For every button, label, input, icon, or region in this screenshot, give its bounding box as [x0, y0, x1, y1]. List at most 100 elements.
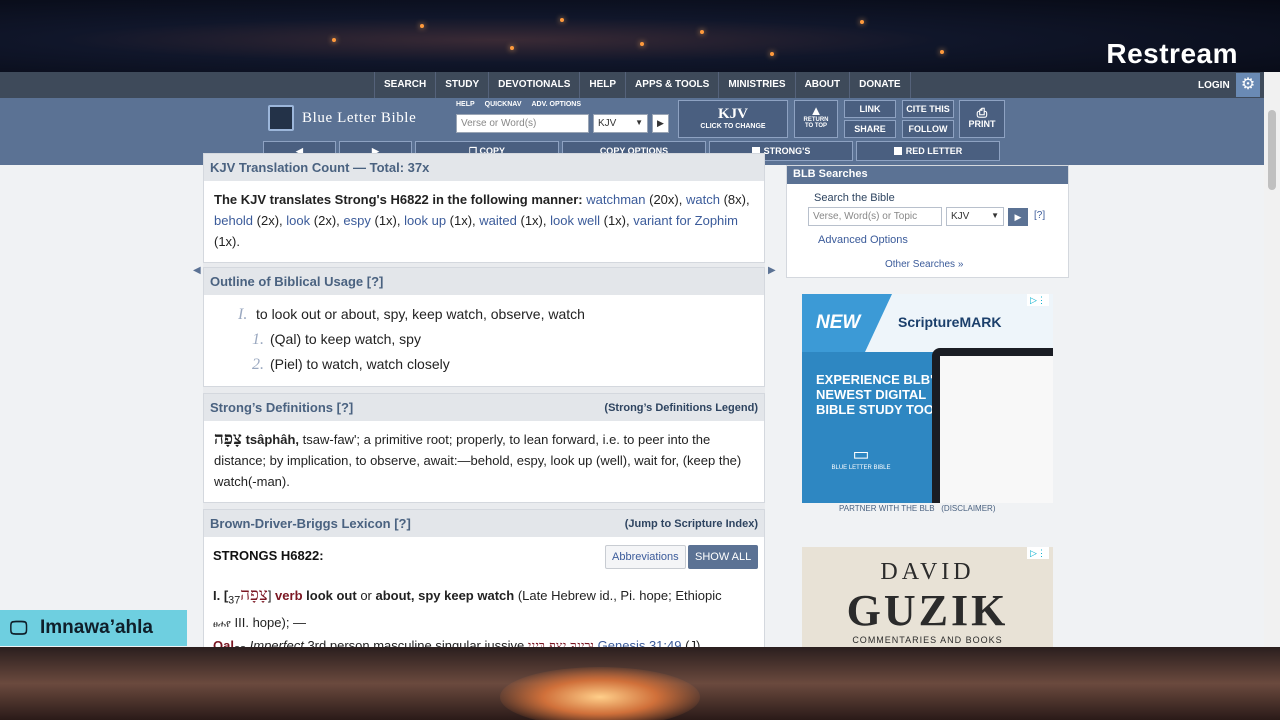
ad-author-first: DAVID: [880, 559, 975, 585]
hebrew-word: צָפָה: [214, 429, 242, 449]
nav-item-search[interactable]: SEARCH: [374, 72, 435, 98]
scrollbar[interactable]: [1264, 72, 1280, 647]
ad-headline: EXPERIENCE BLB'S NEWEST DIGITAL BIBLE ST…: [816, 372, 942, 417]
bdb-etymology: (Late Hebrew id., Pi. hope; Ethiopic: [517, 588, 722, 603]
red-letter-toggle[interactable]: RED LETTER: [856, 141, 1000, 161]
search-mini-links: HELP QUICKNAV ADV. OPTIONS: [456, 101, 581, 108]
collapse-left-icon[interactable]: ◀: [193, 265, 201, 276]
cite-button[interactable]: CITE THIS: [902, 100, 954, 118]
bdb-pos: verb: [275, 588, 303, 603]
translation-word-link[interactable]: watchman: [586, 192, 645, 207]
login-link[interactable]: LOGIN: [1198, 80, 1230, 91]
outline-header[interactable]: Outline of Biblical Usage [?]: [204, 268, 764, 295]
return-to-top-button[interactable]: ▲ RETURN TO TOP: [794, 100, 838, 138]
bdb-count: 37: [228, 594, 241, 607]
streamer-name: Imnawa’ahla: [40, 617, 153, 638]
advanced-options-link[interactable]: Advanced Options: [818, 234, 908, 246]
jump-scripture-index-link[interactable]: (Jump to Scripture Index): [625, 518, 758, 530]
logo-text: Blue Letter Bible: [302, 109, 417, 126]
scripture-reference-link[interactable]: Genesis 31:49: [598, 638, 682, 647]
translation-word-link[interactable]: waited: [479, 213, 517, 228]
other-searches-link[interactable]: Other Searches »: [885, 259, 963, 270]
translation-count-body: The KJV translates Strong's H6822 in the…: [204, 181, 764, 260]
translation-count: (1x),: [449, 213, 476, 228]
collapse-right-icon[interactable]: ▶: [768, 265, 776, 276]
sidebar-help-link[interactable]: [?]: [1034, 210, 1045, 221]
show-all-button[interactable]: SHOW ALL: [688, 545, 759, 569]
bdb-etymology-cont: III. hope); —: [234, 614, 307, 630]
book-icon: [268, 105, 294, 131]
version-hint: CLICK TO CHANGE: [700, 123, 766, 130]
strongs-legend-link[interactable]: (Strong’s Definitions Legend): [604, 402, 758, 414]
version-select[interactable]: KJV ▼: [593, 114, 648, 133]
nav-item-devotionals[interactable]: DEVOTIONALS: [488, 72, 579, 98]
bdb-hebrew: צָפָה: [240, 585, 268, 605]
transliteration: tsâphâh,: [245, 432, 300, 447]
translation-word-link[interactable]: variant for Zophim: [633, 213, 738, 228]
monitor-icon: 🖵: [10, 618, 28, 638]
quicknav-link[interactable]: QUICKNAV: [485, 101, 522, 108]
adv-options-link[interactable]: ADV. OPTIONS: [532, 101, 582, 108]
strongs-definitions-header: Strong’s Definitions [?] (Strong’s Defin…: [204, 394, 764, 421]
ad-blb-text: BLUE LETTER BIBLE: [831, 465, 891, 471]
source-tag: (J): [685, 637, 701, 647]
sidebar-search-button[interactable]: ▶: [1008, 208, 1028, 226]
strongs-definition-body: צָפָה tsâphâh, tsaw-faw'; a primitive ro…: [204, 421, 764, 500]
blb-searches-box: BLB Searches Search the Bible Verse, Wor…: [786, 165, 1069, 278]
partner-link[interactable]: PARTNER WITH THE BLB: [839, 504, 935, 513]
disclaimer-link[interactable]: (DISCLAIMER): [941, 504, 995, 513]
search-input[interactable]: Verse or Word(s): [456, 114, 589, 133]
translation-word-link[interactable]: look: [286, 213, 310, 228]
nav-item-study[interactable]: STUDY: [435, 72, 488, 98]
nav-item-apps-tools[interactable]: APPS & TOOLS: [625, 72, 718, 98]
chevron-down-icon: ▼: [635, 118, 643, 127]
nav-item-help[interactable]: HELP: [579, 72, 625, 98]
translation-word-link[interactable]: espy: [343, 213, 370, 228]
nav-item-donate[interactable]: DONATE: [849, 72, 911, 98]
abbreviations-button[interactable]: Abbreviations: [605, 545, 686, 569]
ad-brand: ScriptureMARK: [898, 314, 1002, 330]
strongs-definitions-title[interactable]: Strong’s Definitions [?]: [210, 400, 353, 415]
follow-button[interactable]: FOLLOW: [902, 120, 954, 138]
translation-word-link[interactable]: behold: [214, 213, 253, 228]
bdb-parsing: 3rd person masculine singular jussive: [307, 637, 525, 647]
gear-icon[interactable]: ⚙: [1236, 73, 1260, 97]
nav-item-ministries[interactable]: MINISTRIES: [718, 72, 794, 98]
version-change-button[interactable]: KJV CLICK TO CHANGE: [678, 100, 788, 138]
ad-subtitle: COMMENTARIES AND BOOKS: [852, 635, 1003, 645]
red-letter-checkbox[interactable]: [893, 147, 902, 155]
share-button[interactable]: SHARE: [844, 120, 896, 138]
bdb-header: Brown-Driver-Briggs Lexicon [?] (Jump to…: [204, 510, 764, 537]
ad-author-last: GUZIK: [846, 586, 1009, 635]
search-go-button[interactable]: ▶: [652, 114, 669, 133]
bdb-roman: I. [: [213, 588, 229, 603]
translation-word-link[interactable]: watch: [686, 192, 720, 207]
outline-item: 1. (Qal) to keep watch, spy: [238, 327, 764, 352]
help-link[interactable]: HELP: [456, 101, 475, 108]
blb-searches-title: BLB Searches: [787, 166, 1068, 184]
bdb-stem: Qal: [213, 637, 234, 647]
link-button[interactable]: LINK: [844, 100, 896, 118]
sidebar-search-input[interactable]: Verse, Word(s) or Topic: [808, 207, 942, 226]
print-button[interactable]: ⎙ PRINT: [959, 100, 1005, 138]
browser-page: SEARCH STUDY DEVOTIONALS HELP APPS & TOOLS MI…: [0, 72, 1280, 647]
version-name: KJV: [718, 106, 748, 122]
adchoices-icon[interactable]: ▷⋮: [1027, 547, 1049, 559]
outline-panel: Outline of Biblical Usage [?] I. to look …: [203, 267, 765, 387]
sidebar-version-select[interactable]: KJV ▼: [946, 207, 1004, 226]
adchoices-icon[interactable]: ▷⋮: [1027, 294, 1049, 306]
guzik-ad[interactable]: DAVID GUZIK COMMENTARIES AND BOOKS ▷⋮: [802, 547, 1053, 647]
ad-new-label: NEW: [816, 312, 861, 333]
nav-item-about[interactable]: ABOUT: [794, 72, 850, 98]
bdb-gloss: look out: [306, 588, 357, 603]
bdb-form: Imperfect: [249, 637, 304, 647]
translation-word-link[interactable]: look well: [550, 213, 600, 228]
outline-num: I.: [238, 306, 248, 323]
scrollbar-thumb[interactable]: [1268, 110, 1276, 190]
stream-background-top: [0, 0, 1280, 72]
chevron-down-icon: ▼: [991, 211, 999, 220]
bdb-title[interactable]: Brown-Driver-Briggs Lexicon [?]: [210, 516, 411, 531]
scripturemark-ad[interactable]: NEW ScriptureMARK EXPERIENCE BLB'S NEWES…: [802, 294, 1053, 503]
translation-word-link[interactable]: look up: [404, 213, 446, 228]
blb-logo[interactable]: Blue Letter Bible: [268, 105, 416, 131]
